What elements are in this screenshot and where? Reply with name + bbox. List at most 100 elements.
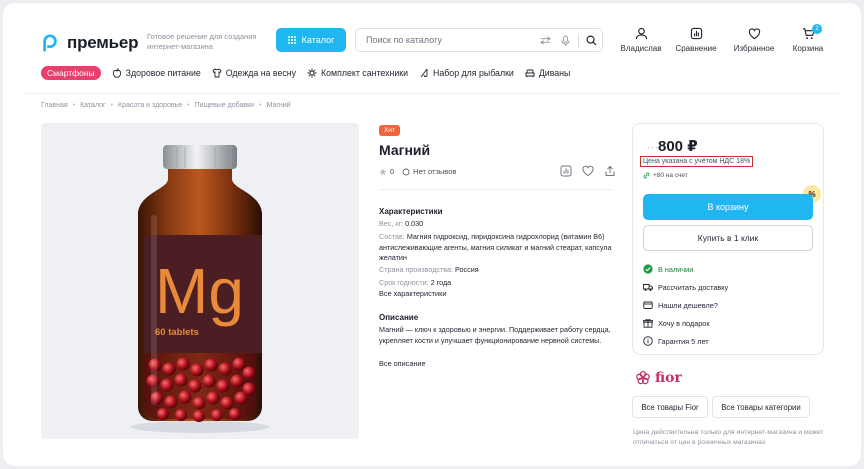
compare-icon [690,27,702,40]
profile-label: Владислав [620,44,662,53]
info-divider [379,189,613,190]
shirt-icon [212,68,222,78]
comment-icon [402,168,410,175]
bonus-label: +80 на счет [653,172,688,179]
truck-icon [643,284,653,291]
compare-label: Сравнение [675,44,717,53]
spec-shelf-life: Срок годности: 2 года [379,278,613,289]
breadcrumb-link[interactable]: Пищевые добавки [195,102,255,109]
reviews-label: Нет отзывов [413,167,457,176]
in-stock-status: В наличии [643,264,693,274]
all-description-link[interactable]: Все описание [379,359,426,368]
apple-icon [112,68,121,78]
breadcrumb-current: Магний [266,102,291,109]
hit-badge: Хит [379,125,400,136]
description-title: Описание [379,313,419,322]
catalog-button[interactable]: Каталог [276,28,346,52]
buy-one-click-button[interactable]: Купить в 1 клик [643,225,813,251]
brand-logo[interactable]: fior [635,370,682,386]
product-image[interactable]: Mg 60 tablets [41,123,359,439]
nav-item-spring-clothes[interactable]: Одежда на весну [212,68,296,78]
delivery-calc-label: Рассчитать доставку [658,282,729,292]
vat-note: Цена указана с учётом НДС 18% [640,156,754,167]
all-specs-link[interactable]: Все характеристики [379,289,446,298]
product-actions [560,165,616,177]
check-circle-icon [643,264,653,274]
gift-icon [643,319,653,328]
settings-icon [307,68,317,78]
rating[interactable]: 0 [379,167,394,176]
nav-item-healthy-food[interactable]: Здоровое питание [112,68,201,78]
all-brand-products-button[interactable]: Все товары Fior [632,396,708,418]
nav-item-label: Комплект сантехники [321,68,409,78]
bottle-label-big: Mg [155,255,244,327]
nav-item-sofas[interactable]: Диваны [525,68,571,78]
nav-item-label: Набор для рыбалки [433,68,514,78]
warranty-info: Гарантия 5 лет [643,336,709,346]
all-category-products-button[interactable]: Все товары категории [712,396,810,418]
flower-icon [636,370,650,385]
heart-icon [748,28,760,40]
spec-key: Страна производства: [379,265,454,274]
spec-key: Вес, кг: [379,219,404,228]
compare-icon[interactable] [560,165,572,177]
heart-icon[interactable] [582,165,594,177]
tagline: Готовое решение для создания интернет-ма… [147,32,257,51]
description-text: Магний — ключ к здоровью и энергии. Подд… [379,325,611,345]
nav-item-label: Одежда на весну [225,68,297,78]
sofa-icon [525,69,535,78]
search-divider [578,34,579,48]
breadcrumb-link[interactable]: Красота и здоровье [118,102,182,109]
info-icon [643,336,653,346]
wallet-icon [643,301,653,309]
grid-icon [287,36,296,44]
add-to-cart-button[interactable]: В корзину [643,194,813,220]
spec-composition: Состав: Магния гидроксид, пиридоксина ги… [379,232,613,264]
star-icon [379,168,387,175]
spec-value: 0.030 [405,219,424,228]
header-divider [25,93,839,94]
filter-icon[interactable] [540,35,551,46]
link-icon [643,172,650,179]
breadcrumb-link[interactable]: Главная [41,102,68,109]
cart-action[interactable]: 2 Корзина [789,24,827,53]
search-input[interactable] [356,35,526,45]
gift-link[interactable]: Хочу в подарок [643,318,710,328]
catalog-label: Каталог [301,35,335,45]
category-nav: Смартфоны Здоровое питание Одежда на вес… [41,66,570,80]
gift-label: Хочу в подарок [658,318,710,328]
search-box [355,28,603,52]
in-stock-label: В наличии [658,264,694,274]
bottle-label-small: 60 tablets [155,327,199,338]
reviews-link[interactable]: Нет отзывов [402,167,456,176]
microphone-icon[interactable] [560,35,571,46]
price-disclaimer: Цена действительна только для интернет-м… [633,429,824,446]
magnesium-bottle-illustration: Mg 60 tablets [130,145,270,433]
spec-value: Россия [455,265,479,274]
nav-item-plumbing[interactable]: Комплект сантехники [307,68,408,78]
compare-action[interactable]: Сравнение [671,27,721,53]
nav-item-fishing[interactable]: Набор для рыбалки [419,68,514,78]
breadcrumb-link[interactable]: Каталог [80,102,105,109]
spec-value: Магния гидроксид, пиридоксина гидрохлори… [379,232,612,262]
nav-item-smartphones[interactable]: Смартфоны [41,66,101,80]
page-title: Магний [379,142,431,158]
logo[interactable]: премьер [41,33,139,53]
profile-action[interactable]: Владислав [617,27,665,53]
favorites-action[interactable]: Избранное [729,27,779,53]
found-cheaper-label: Нашли дешевле? [658,300,718,310]
cart-count-badge: 2 [812,24,822,34]
user-icon [635,27,647,40]
rating-row: 0 Нет отзывов [379,167,456,176]
delivery-calc-link[interactable]: Рассчитать доставку [643,282,728,292]
spec-value: 2 года [430,278,452,287]
spec-key: Состав: [379,232,405,241]
spec-weight: Вес, кг: 0.030 [379,219,613,230]
search-icon[interactable] [586,35,597,46]
share-icon[interactable] [604,165,616,177]
logo-icon [43,34,57,52]
spec-country: Страна производства: Россия [379,265,613,276]
found-cheaper-link[interactable]: Нашли дешевле? [643,300,718,310]
nav-item-label: Диваны [538,68,571,78]
cart-label: Корзина [792,44,824,53]
